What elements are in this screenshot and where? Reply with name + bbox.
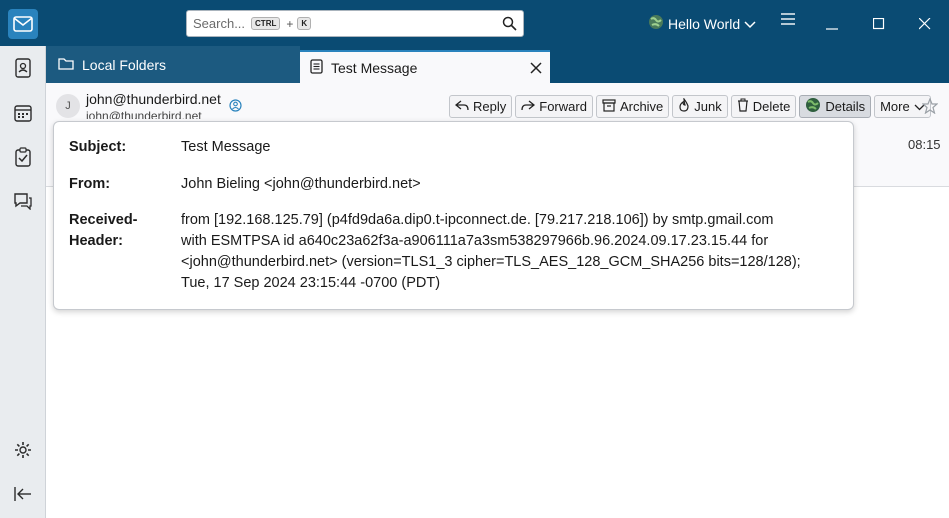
chat-icon[interactable] [11, 189, 35, 213]
shortcut-key-k: K [297, 17, 312, 30]
forward-icon [521, 99, 536, 114]
folder-icon [58, 57, 74, 73]
from-email[interactable]: john@thunderbird.net [86, 91, 221, 107]
forward-label: Forward [539, 99, 587, 114]
collapse-sidebar-icon[interactable] [11, 482, 35, 506]
trash-icon [737, 98, 749, 115]
received-label-line-2: Header: [69, 233, 123, 249]
spaces-sidebar [0, 46, 46, 518]
message-time: 08:15 [908, 137, 941, 152]
received-line: from [192.168.125.79] (p4fd9da6a.dip0.t-… [181, 212, 774, 228]
globe-icon [648, 14, 664, 33]
received-header-value: from [192.168.125.79] (p4fd9da6a.dip0.t-… [181, 210, 841, 294]
minimize-icon[interactable] [826, 17, 838, 33]
junk-fire-icon [678, 97, 690, 115]
search-input[interactable]: Search... CTRL + K [186, 10, 524, 37]
add-contact-icon[interactable] [229, 99, 242, 115]
subject-value: Test Message [181, 139, 271, 155]
search-icon[interactable] [502, 16, 517, 34]
shortcut-key-ctrl: CTRL [251, 17, 281, 30]
subject-label: Subject: [69, 139, 127, 155]
received-line: with ESMTPSA id a640c23a62f3a-a906111a7a… [181, 233, 769, 249]
header-details-popup: Subject: Test Message From: John Bieling… [53, 121, 854, 310]
from-value[interactable]: John Bieling <john@thunderbird.net> [181, 174, 841, 195]
tab-label: Local Folders [82, 56, 167, 73]
from-email-secondary: john@thunderbird.net [86, 109, 202, 119]
reply-button[interactable]: Reply [449, 95, 513, 118]
profile-name: Hello World [668, 15, 741, 32]
delete-label: Delete [752, 99, 791, 114]
avatar: J [56, 94, 80, 118]
title-bar: Search... CTRL + K Hello World [0, 0, 949, 46]
forward-button[interactable]: Forward [515, 95, 593, 118]
address-book-icon[interactable] [11, 56, 35, 80]
tab-label: Test Message [331, 59, 418, 76]
more-label: More [880, 99, 910, 114]
received-header-label: Received- Header: [69, 210, 169, 252]
received-line: Tue, 17 Sep 2024 23:15:44 -0700 (PDT) [181, 275, 441, 291]
tab-test-message[interactable]: Test Message [300, 50, 550, 83]
reply-icon [454, 99, 469, 114]
message-toolbar: Reply Forward Archive Junk Delete Detail… [449, 95, 931, 118]
archive-label: Archive [619, 99, 664, 114]
mail-app-icon[interactable] [8, 9, 38, 39]
close-tab-icon[interactable] [530, 58, 542, 79]
settings-gear-icon[interactable] [11, 438, 35, 462]
shortcut-plus: + [286, 16, 294, 31]
received-label-line-1: Received- [69, 212, 138, 228]
from-label: From: [69, 176, 111, 192]
search-placeholder: Search... [193, 16, 246, 31]
maximize-icon[interactable] [872, 17, 885, 33]
junk-button[interactable]: Junk [672, 95, 728, 118]
archive-button[interactable]: Archive [595, 95, 670, 118]
tab-bar: Local Folders Test Message [46, 46, 949, 83]
star-icon[interactable] [921, 97, 939, 117]
chevron-down-icon [744, 16, 756, 32]
received-line: <john@thunderbird.net> (version=TLS1_3 c… [181, 254, 801, 270]
hamburger-menu-icon[interactable] [781, 12, 795, 28]
delete-button[interactable]: Delete [730, 95, 797, 118]
globe-icon [805, 97, 821, 116]
calendar-icon[interactable] [11, 101, 35, 125]
message-icon [310, 58, 323, 77]
junk-label: Junk [694, 99, 722, 114]
tasks-icon[interactable] [11, 145, 35, 169]
details-button[interactable]: Details [799, 95, 872, 118]
close-window-icon[interactable] [918, 17, 931, 33]
details-label: Details [825, 99, 866, 114]
archive-icon [602, 98, 616, 115]
tab-local-folders[interactable]: Local Folders [46, 46, 300, 83]
profile-menu[interactable]: Hello World [648, 14, 756, 33]
reply-label: Reply [473, 99, 507, 114]
